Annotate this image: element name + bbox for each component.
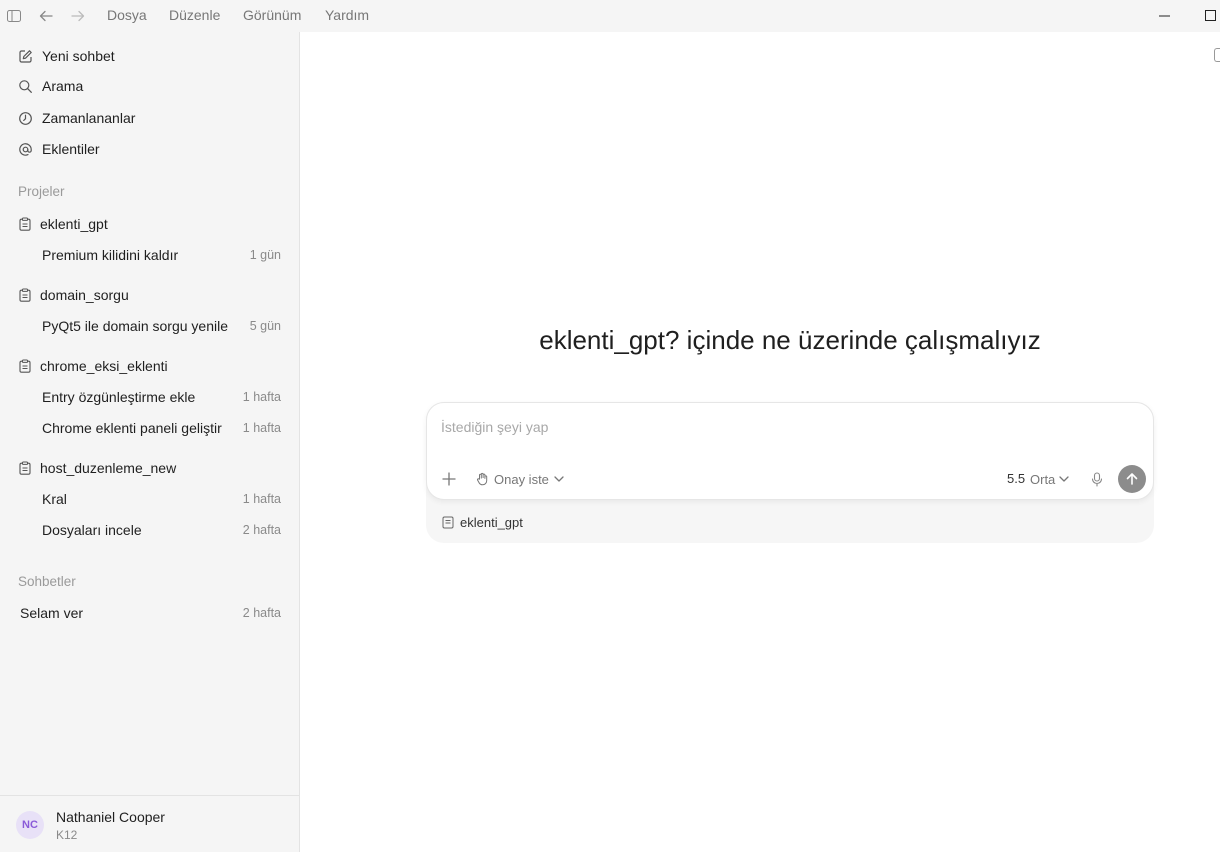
minimize-button[interactable]: [1150, 0, 1180, 32]
hand-icon: [476, 472, 488, 486]
sidebar: Yeni sohbet Arama Zamanlananlar Eklentil…: [0, 32, 300, 852]
at-icon: [19, 142, 32, 156]
menu-help[interactable]: Yardım: [325, 0, 369, 32]
model-mode-label: Orta: [1030, 471, 1056, 487]
prompt-input[interactable]: [439, 418, 1039, 436]
composer: Onay iste 5.5 Orta: [426, 402, 1154, 500]
thread-age: 1 gün: [249, 248, 281, 262]
minimize-icon: [1159, 15, 1170, 17]
thread-title: Premium kilidini kaldır: [42, 247, 179, 263]
clipboard-icon: [19, 359, 31, 373]
clipboard-icon: [19, 217, 31, 231]
menu-view[interactable]: Görünüm: [243, 0, 301, 32]
project-selector[interactable]: eklenti_gpt: [442, 512, 523, 532]
maximize-icon: [1205, 10, 1216, 21]
user-plan: K12: [56, 828, 78, 842]
project-name: chrome_eksi_eklenti: [40, 358, 168, 374]
arrow-up-icon: [1126, 473, 1138, 485]
nav-search[interactable]: Arama: [18, 74, 83, 98]
project-domain-sorgu[interactable]: domain_sorgu: [18, 283, 129, 307]
maximize-button[interactable]: [1196, 0, 1220, 32]
user-profile[interactable]: NC Nathaniel Cooper K12: [0, 795, 300, 852]
thread-title: Entry özgünleştirme ekle: [42, 389, 196, 405]
project-host-duzenleme-new[interactable]: host_duzenleme_new: [18, 456, 176, 480]
thread-title: Dosyaları incele: [42, 522, 142, 538]
chat-age: 2 hafta: [242, 606, 281, 620]
search-icon: [19, 79, 32, 93]
chats-section-label: Sohbetler: [18, 574, 76, 589]
clock-icon: [19, 111, 32, 125]
nav-plugins[interactable]: Eklentiler: [18, 137, 100, 161]
nav-scheduled[interactable]: Zamanlananlar: [18, 106, 135, 130]
thread-title: Kral: [42, 491, 67, 507]
sidebar-toggle-icon[interactable]: [2, 0, 26, 32]
project-name: host_duzenleme_new: [40, 460, 177, 476]
plus-icon: [442, 472, 456, 486]
microphone-button[interactable]: [1087, 469, 1107, 489]
composer-container: Onay iste 5.5 Orta eklenti_gpt: [426, 402, 1154, 543]
chevron-down-icon: [554, 476, 564, 482]
thread-title: Chrome eklenti paneli geliştir: [42, 420, 222, 436]
menu-file[interactable]: Dosya: [107, 0, 147, 32]
approval-mode-label: Onay iste: [494, 471, 549, 487]
avatar: NC: [16, 811, 44, 839]
thread-age: 1 hafta: [242, 390, 281, 404]
document-icon: [442, 516, 454, 528]
thread-age: 5 gün: [249, 319, 281, 333]
thread-age: 2 hafta: [242, 523, 281, 537]
chat-title: Selam ver: [20, 605, 84, 621]
forward-arrow-icon[interactable]: [66, 0, 90, 32]
chat-item[interactable]: Selam ver 2 hafta: [20, 601, 281, 625]
nav-search-label: Arama: [42, 78, 84, 94]
thread-age: 1 hafta: [242, 421, 281, 435]
add-attachment-button[interactable]: [439, 469, 459, 489]
chevron-down-icon: [1059, 476, 1069, 482]
clipboard-icon: [19, 288, 31, 302]
thread-item[interactable]: Kral 1 hafta: [42, 487, 281, 511]
main-panel: eklenti_gpt? içinde ne üzerinde çalışmal…: [300, 32, 1220, 852]
clipboard-icon: [19, 461, 31, 475]
nav-new-chat-label: Yeni sohbet: [42, 48, 115, 64]
nav-new-chat[interactable]: Yeni sohbet: [18, 44, 115, 68]
thread-age: 1 hafta: [242, 492, 281, 506]
projects-section-label: Projeler: [18, 184, 65, 199]
send-button[interactable]: [1118, 465, 1146, 493]
nav-scheduled-label: Zamanlananlar: [42, 110, 136, 126]
project-chrome-eksi-eklenti[interactable]: chrome_eksi_eklenti: [18, 354, 168, 378]
thread-title: PyQt5 ile domain sorgu yenile: [42, 318, 228, 334]
page-title: eklenti_gpt? içinde ne üzerinde çalışmal…: [539, 325, 1041, 355]
project-name: eklenti_gpt: [40, 216, 108, 232]
edit-icon: [19, 49, 32, 63]
nav-plugins-label: Eklentiler: [42, 141, 100, 157]
project-eklenti-gpt[interactable]: eklenti_gpt: [18, 212, 108, 236]
back-arrow-icon[interactable]: [34, 0, 58, 32]
title-bar: Dosya Düzenle Görünüm Yardım: [0, 0, 1220, 32]
microphone-icon: [1091, 471, 1103, 487]
thread-item[interactable]: Dosyaları incele 2 hafta: [42, 518, 281, 542]
menu-edit[interactable]: Düzenle: [169, 0, 220, 32]
panel-toggle-icon[interactable]: [1214, 48, 1220, 62]
model-version[interactable]: 5.5: [1007, 469, 1025, 489]
project-selector-label: eklenti_gpt: [460, 514, 523, 530]
thread-item[interactable]: PyQt5 ile domain sorgu yenile 5 gün: [42, 314, 281, 338]
project-name: domain_sorgu: [40, 287, 129, 303]
approval-mode-dropdown[interactable]: Onay iste: [475, 469, 564, 489]
thread-item[interactable]: Premium kilidini kaldır 1 gün: [42, 243, 281, 267]
thread-item[interactable]: Entry özgünleştirme ekle 1 hafta: [42, 385, 281, 409]
thread-item[interactable]: Chrome eklenti paneli geliştir 1 hafta: [42, 416, 281, 440]
user-name: Nathaniel Cooper: [56, 809, 165, 825]
model-mode-dropdown[interactable]: Orta: [1030, 469, 1069, 489]
